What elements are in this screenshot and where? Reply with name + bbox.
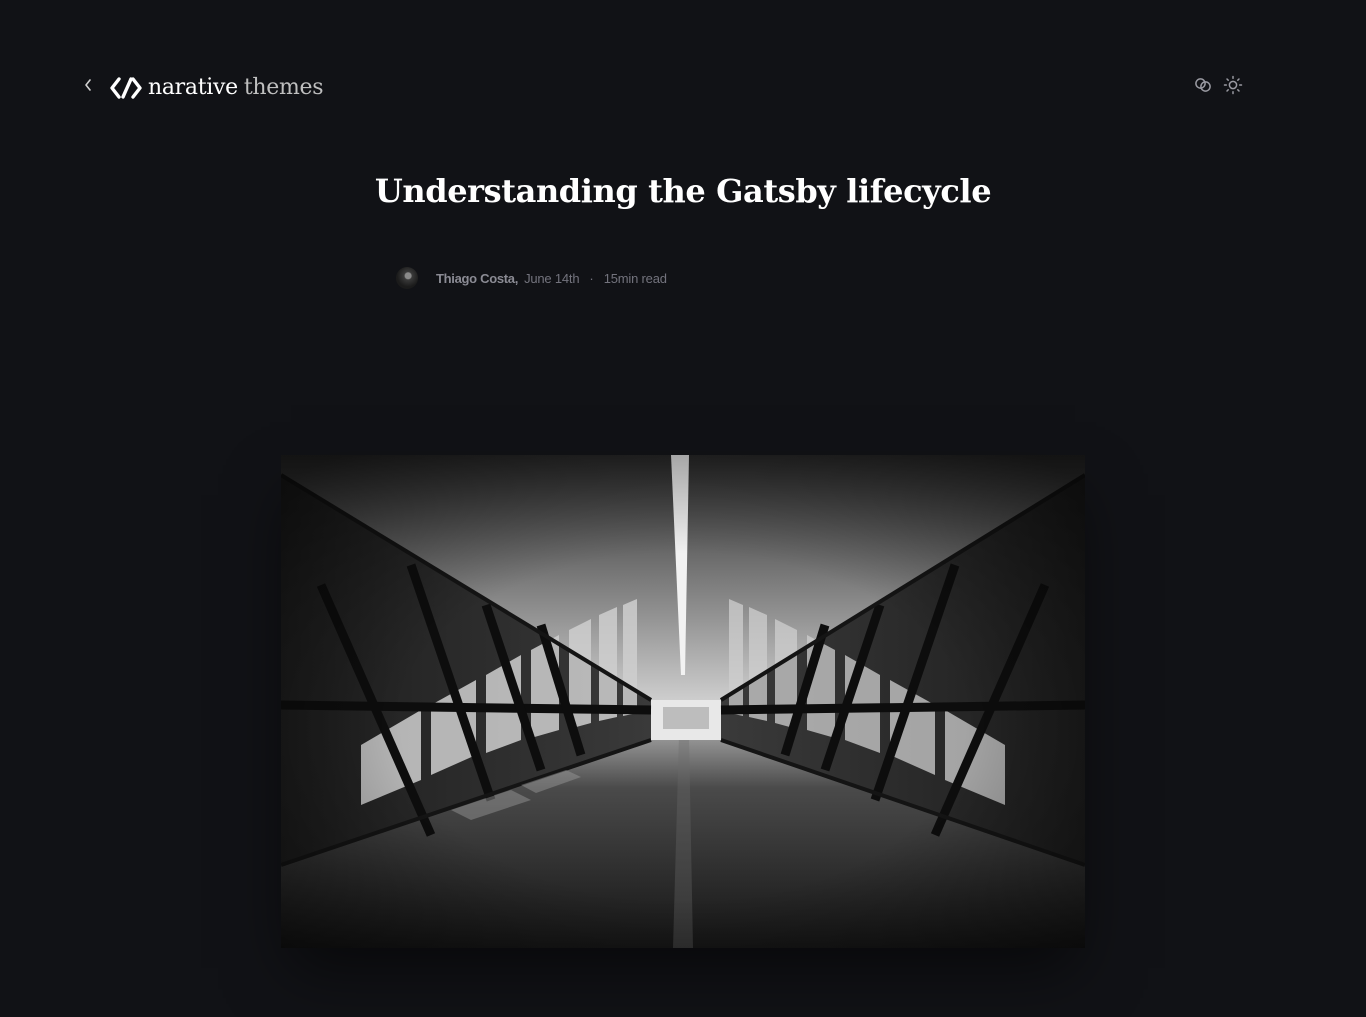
logo-word-primary: narative — [148, 75, 238, 100]
header-actions — [1192, 74, 1244, 96]
link-icon — [1195, 78, 1211, 92]
author-name[interactable]: Thiago Costa, — [436, 271, 518, 286]
site-logo[interactable]: narative themes — [110, 72, 324, 104]
article-title: Understanding the Gatsby lifecycle — [374, 172, 992, 210]
corridor-photo — [281, 455, 1085, 948]
hero-image — [281, 455, 1085, 948]
narative-logo-icon — [110, 77, 142, 99]
sun-icon — [1223, 75, 1243, 95]
publish-date: June 14th — [524, 270, 580, 286]
chevron-left-icon — [85, 79, 91, 91]
logo-word-secondary: themes — [243, 75, 324, 100]
copy-link-button[interactable] — [1192, 74, 1214, 96]
read-time: 15min read — [603, 270, 667, 286]
logo-text: narative themes — [148, 75, 324, 100]
page: narative themes Understanding the Gatsby… — [0, 0, 1366, 1017]
author-avatar[interactable] — [396, 267, 418, 289]
article-meta: Thiago Costa, June 14th · 15min read — [396, 266, 667, 290]
meta-separator: · — [589, 270, 594, 286]
theme-toggle-button[interactable] — [1222, 74, 1244, 96]
back-button[interactable] — [80, 76, 96, 94]
